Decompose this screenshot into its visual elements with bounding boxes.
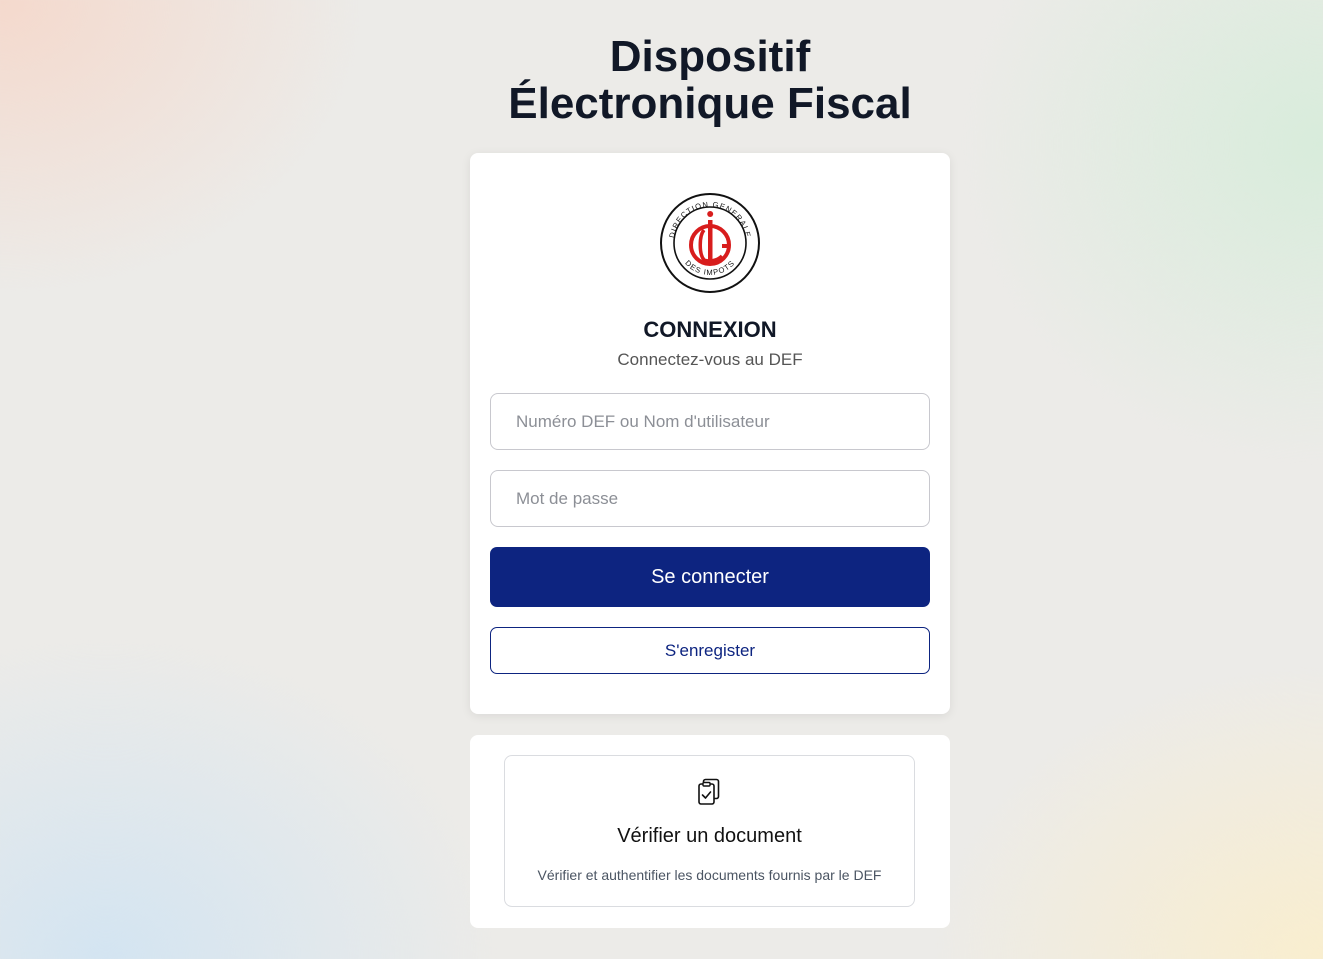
verify-description: Vérifier et authentifier les documents f… (537, 867, 882, 883)
login-card: DIRECTION GENERALE DES IMPOTS CONNEXION … (470, 153, 950, 714)
clipboard-check-icon (698, 778, 720, 805)
page-title: Dispositif Électronique Fiscal (0, 33, 1323, 127)
register-button[interactable]: S'enregister (490, 627, 930, 674)
username-input[interactable] (490, 393, 930, 450)
page-title-line2: Électronique Fiscal (508, 79, 912, 128)
dgi-seal-icon: DIRECTION GENERALE DES IMPOTS (660, 193, 760, 293)
login-subtitle: Connectez-vous au DEF (617, 350, 803, 369)
verify-document-tile[interactable]: Vérifier un document Vérifier et authent… (504, 755, 915, 907)
page-title-line1: Dispositif (609, 32, 811, 81)
verify-title: Vérifier un document (617, 825, 802, 847)
login-heading: CONNEXION (643, 317, 777, 342)
password-input[interactable] (490, 470, 930, 527)
login-button[interactable]: Se connecter (490, 547, 930, 607)
verify-card: Vérifier un document Vérifier et authent… (470, 735, 950, 928)
